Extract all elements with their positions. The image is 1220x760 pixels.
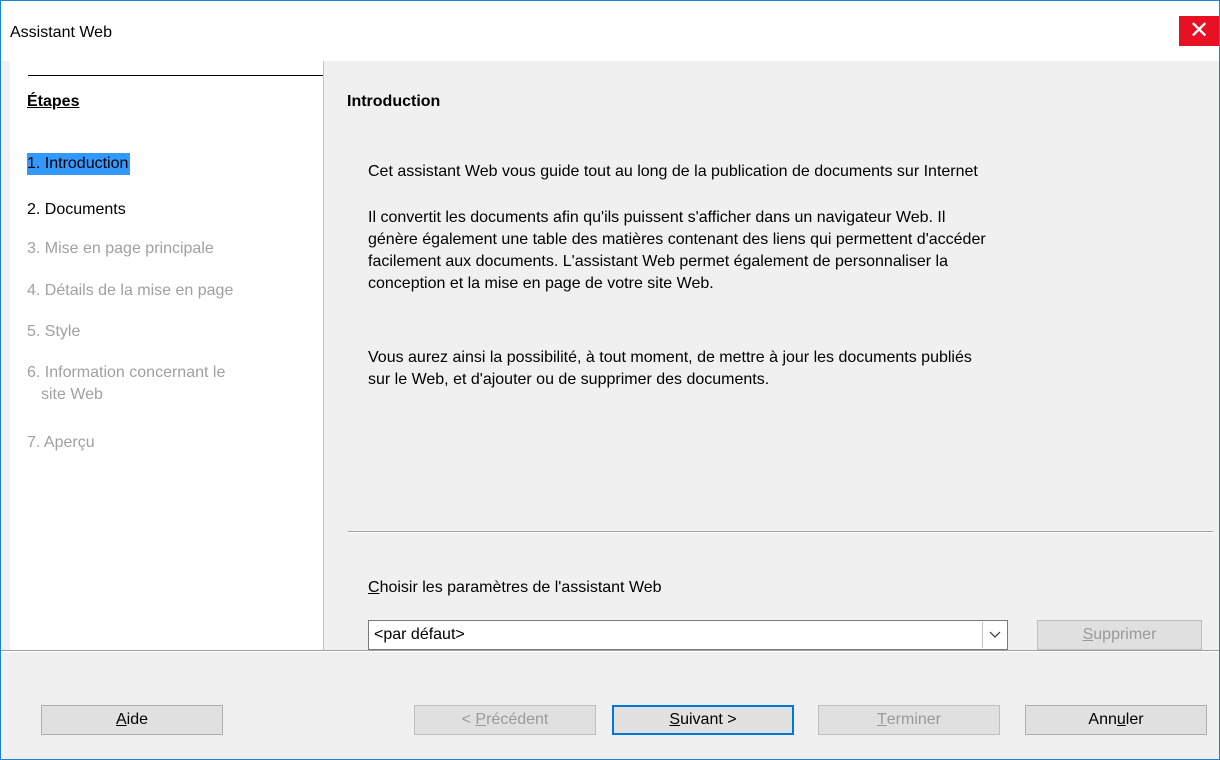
next-label: uivant > bbox=[680, 711, 737, 728]
update-paragraph: Vous aurez ainsi la possibilité, à tout … bbox=[368, 347, 1203, 391]
step-label: 2. Documents bbox=[27, 201, 126, 218]
settings-select-dropdown-button[interactable] bbox=[982, 622, 1006, 648]
step-label: 3. Mise en page principale bbox=[27, 240, 214, 257]
previous-button[interactable]: < Précédent bbox=[414, 705, 596, 735]
help-label: ide bbox=[126, 711, 149, 728]
description-line: génère également une table des matières … bbox=[368, 231, 986, 248]
cancel-label-end: ler bbox=[1125, 711, 1144, 728]
settings-label-text: hoisir les paramètres de l'assistant Web bbox=[379, 579, 662, 596]
step-label: 4. Détails de la mise en page bbox=[27, 282, 234, 299]
finish-button[interactable]: Terminer bbox=[818, 705, 1000, 735]
settings-divider bbox=[348, 531, 1213, 533]
main-panel: Introduction Cet assistant Web vous guid… bbox=[324, 61, 1219, 650]
delete-label: upprimer bbox=[1093, 626, 1157, 643]
intro-paragraph: Cet assistant Web vous guide tout au lon… bbox=[368, 163, 978, 180]
description-line: conception et la mise en page de votre s… bbox=[368, 275, 714, 292]
description-line: facilement aux documents. L'assistant We… bbox=[368, 253, 948, 270]
delete-mnemonic: S bbox=[1082, 626, 1094, 643]
close-icon: ✕ bbox=[1188, 17, 1210, 44]
sidebar-divider bbox=[28, 75, 333, 76]
chevron-down-icon bbox=[989, 631, 1000, 638]
step-label: 7. Aperçu bbox=[27, 434, 95, 451]
finish-mnemonic: T bbox=[876, 711, 887, 728]
help-mnemonic: A bbox=[115, 711, 127, 728]
step-label-line2: site Web bbox=[41, 386, 103, 403]
cancel-button[interactable]: Ann u ler bbox=[1025, 705, 1207, 735]
step-label: 1. Introduction bbox=[27, 155, 129, 172]
step-documents[interactable]: 2. Documents bbox=[27, 199, 126, 221]
description-line: Il convertit les documents afin qu'ils p… bbox=[368, 209, 946, 226]
title-bar: Assistant Web ✕ bbox=[1, 1, 1219, 61]
previous-label: récédent bbox=[486, 711, 549, 728]
next-mnemonic: S bbox=[669, 711, 681, 728]
settings-label-mnemonic: C bbox=[368, 579, 380, 596]
cancel-label-start: Ann bbox=[1088, 711, 1117, 728]
previous-prefix: < bbox=[461, 711, 476, 728]
update-line: Vous aurez ainsi la possibilité, à tout … bbox=[368, 349, 972, 366]
step-main-layout[interactable]: 3. Mise en page principale bbox=[27, 238, 214, 260]
settings-select-value: <par défaut> bbox=[374, 626, 465, 643]
footer-separator bbox=[1, 650, 1219, 652]
update-line: sur le Web, et d'ajouter ou de supprimer… bbox=[368, 371, 770, 388]
finish-label: erminer bbox=[886, 711, 941, 728]
steps-sidebar: Étapes 1. Introduction 2. Documents 3. M… bbox=[10, 61, 333, 650]
step-preview[interactable]: 7. Aperçu bbox=[27, 432, 95, 454]
next-button[interactable]: Suivant > bbox=[612, 705, 794, 735]
page-title: Introduction bbox=[347, 93, 441, 110]
step-style[interactable]: 5. Style bbox=[27, 321, 80, 343]
description-paragraph: Il convertit les documents afin qu'ils p… bbox=[368, 207, 1203, 295]
close-button[interactable]: ✕ bbox=[1179, 16, 1219, 46]
web-wizard-dialog: Assistant Web ✕ Étapes 1. Introduction 2… bbox=[0, 0, 1220, 760]
help-button[interactable]: Aide bbox=[41, 705, 223, 735]
steps-heading: Étapes bbox=[27, 93, 80, 110]
settings-label: Choisir les paramètres de l'assistant We… bbox=[368, 579, 662, 597]
step-site-info[interactable]: 6. Information concernant le site Web bbox=[27, 362, 225, 406]
delete-settings-button[interactable]: Supprimer bbox=[1037, 620, 1202, 650]
window-title: Assistant Web bbox=[10, 24, 112, 41]
step-label: 5. Style bbox=[27, 323, 81, 340]
settings-select[interactable]: <par défaut> bbox=[368, 620, 1008, 650]
step-layout-details[interactable]: 4. Détails de la mise en page bbox=[27, 280, 233, 302]
step-introduction[interactable]: 1. Introduction bbox=[27, 153, 131, 175]
step-label-line1: 6. Information concernant le bbox=[27, 364, 226, 381]
previous-mnemonic: P bbox=[475, 711, 487, 728]
cancel-mnemonic: u bbox=[1116, 711, 1126, 728]
